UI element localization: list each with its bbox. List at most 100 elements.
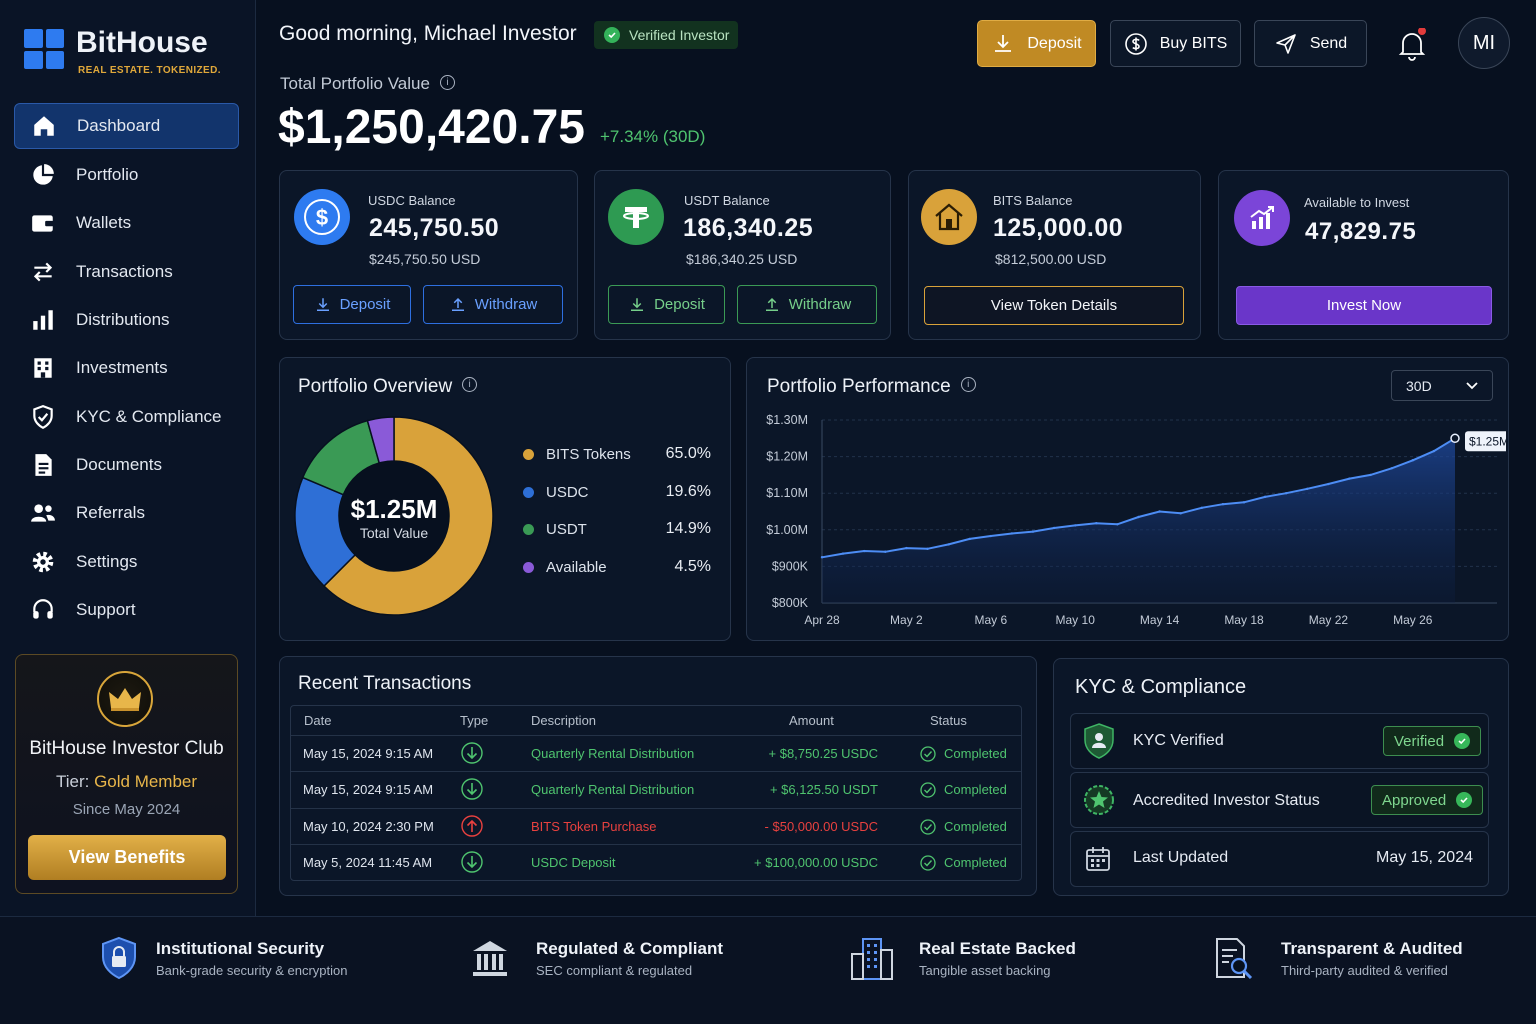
invest-now-button[interactable]: Invest Now [1236, 286, 1492, 325]
check-icon [1454, 733, 1471, 749]
sidebar-item-referrals[interactable]: Referrals [14, 490, 239, 536]
footer-subtitle: Third-party audited & verified [1281, 963, 1448, 978]
footer-title: Transparent & Audited [1281, 939, 1463, 958]
sidebar-item-portfolio[interactable]: Portfolio [14, 152, 239, 198]
sidebar-item-label: Dashboard [77, 116, 161, 135]
greeting: Good morning, Michael Investor [279, 22, 577, 45]
data-point [1010, 532, 1014, 535]
legend-item: Available 4.5% [523, 558, 711, 576]
audit-document-icon [1216, 938, 1253, 980]
sidebar-item-dashboard[interactable]: Dashboard [14, 103, 239, 149]
usdt-label: USDT Balance [684, 193, 770, 208]
tx-amount: + $6,125.50 USDT [769, 782, 878, 798]
sidebar-item-label: Distributions [76, 310, 170, 329]
range-dropdown[interactable]: 30D [1391, 370, 1493, 401]
tx-status: Completed [944, 818, 1007, 834]
sidebar-item-label: Investments [76, 358, 168, 377]
buy-bits-button[interactable]: Buy BITS [1110, 20, 1241, 67]
footer-title: Institutional Security [156, 939, 325, 958]
y-tick-label: $1.00M [766, 523, 808, 537]
club-tier-value: Gold Member [94, 772, 198, 791]
usdc-withdraw-button[interactable]: Withdraw [423, 285, 563, 324]
sidebar-item-label: Transactions [76, 262, 173, 281]
view-token-details-button[interactable]: View Token Details [924, 286, 1184, 325]
tx-date: May 10, 2024 2:30 PM [303, 818, 434, 834]
portfolio-change: +7.34% (30D) [600, 127, 706, 146]
data-point [1158, 510, 1161, 513]
sidebar-item-documents[interactable]: Documents [14, 442, 239, 488]
view-benefits-button[interactable]: View Benefits [28, 835, 226, 880]
arrow-down-circle-icon [461, 742, 483, 764]
data-point [905, 546, 908, 550]
footer-subtitle: SEC compliant & regulated [536, 963, 693, 978]
sidebar-item-distributions[interactable]: Distributions [14, 297, 239, 343]
svg-text:$: $ [316, 205, 328, 230]
data-point [1348, 477, 1351, 480]
sidebar-item-label: Wallets [76, 213, 132, 232]
usdc-deposit-button[interactable]: Deposit [293, 285, 411, 324]
table-row[interactable]: May 5, 2024 11:45 AM USDC Deposit + $100,0… [291, 843, 1021, 880]
table-row[interactable]: May 15, 2024 9:15 AM Quarterly Rental Dis… [291, 771, 1021, 807]
table-row[interactable]: May 15, 2024 9:15 AM Quarterly Rental Dis… [291, 735, 1021, 771]
notification-dot [1418, 27, 1426, 35]
data-point [1306, 487, 1309, 491]
data-point [1242, 501, 1246, 504]
check-icon [604, 27, 620, 43]
gear-icon [32, 551, 54, 573]
header-deposit-button[interactable]: Deposit [977, 20, 1096, 67]
users-icon [31, 504, 55, 522]
sidebar-item-settings[interactable]: Settings [14, 539, 239, 585]
tx-description: BITS Token Purchase [531, 818, 657, 834]
skyscraper-icon [851, 938, 893, 980]
verified-status-badge: Verified [1383, 726, 1482, 756]
usdt-withdraw-button[interactable]: Withdraw [737, 285, 877, 324]
tx-amount: + $100,000.00 USDC [754, 854, 878, 870]
avatar[interactable]: MI [1458, 17, 1510, 69]
y-tick-label: $1.20M [766, 450, 808, 464]
info-icon: i [439, 75, 455, 91]
col-header-amount: Amount [789, 713, 834, 728]
upload-icon [765, 297, 778, 311]
bits-value: 125,000.00 [993, 214, 1124, 242]
sidebar-item-wallets[interactable]: Wallets [14, 200, 239, 246]
footer-title: Real Estate Backed [919, 939, 1076, 958]
sidebar-item-investments[interactable]: Investments [14, 345, 239, 391]
footer-subtitle: Tangible asset backing [919, 963, 1051, 978]
col-header-description: Description [531, 713, 597, 728]
tx-date: May 15, 2024 9:15 AM [303, 746, 434, 761]
shield-icon [33, 405, 53, 430]
donut-center-label: Total Value [359, 525, 429, 541]
available-label: Available to Invest [1304, 195, 1410, 210]
usdc-icon: $ [294, 189, 350, 245]
tx-amount: + $8,750.25 USDC [768, 746, 878, 761]
data-point [989, 534, 992, 538]
chevron-down-icon [1466, 381, 1478, 389]
tx-date: May 5, 2024 11:45 AM [303, 854, 433, 870]
usdt-deposit-button[interactable]: Deposit [608, 285, 725, 324]
upload-icon [451, 297, 464, 311]
bits-usd: $812,500.00 USD [995, 251, 1107, 267]
portfolio-value: $1,250,420.75 [278, 101, 585, 154]
verified-badge: Verified Investor [594, 21, 738, 49]
data-point [1179, 512, 1182, 515]
x-tick-label: May 14 [1140, 613, 1180, 627]
sidebar-item-support[interactable]: Support [14, 587, 239, 633]
tx-description: Quarterly Rental Distribution [531, 782, 695, 798]
x-tick-label: Apr 28 [804, 613, 840, 627]
pie-icon [33, 164, 54, 185]
data-point [863, 549, 866, 553]
document-icon [35, 454, 52, 476]
transactions-title: Recent Transactions [298, 673, 472, 694]
overview-title: Portfolio Overview i [298, 376, 478, 398]
tx-date: May 15, 2024 9:15 AM [303, 782, 434, 798]
sidebar-item-kyc[interactable]: KYC & Compliance [14, 394, 239, 440]
bell-icon[interactable] [1395, 27, 1429, 62]
sidebar-item-transactions[interactable]: Transactions [14, 249, 239, 295]
download-icon [995, 34, 1012, 52]
logo-icon [24, 29, 64, 69]
house-icon [921, 189, 977, 245]
tx-status: Completed [944, 854, 1007, 870]
table-row[interactable]: May 10, 2024 2:30 PM BITS Token Purchase -… [291, 807, 1021, 844]
send-button[interactable]: Send [1254, 20, 1367, 67]
performance-chart: $1.30M $1.20M $1.10M $1.00M $900K $800K Apr 2… [766, 413, 1506, 627]
